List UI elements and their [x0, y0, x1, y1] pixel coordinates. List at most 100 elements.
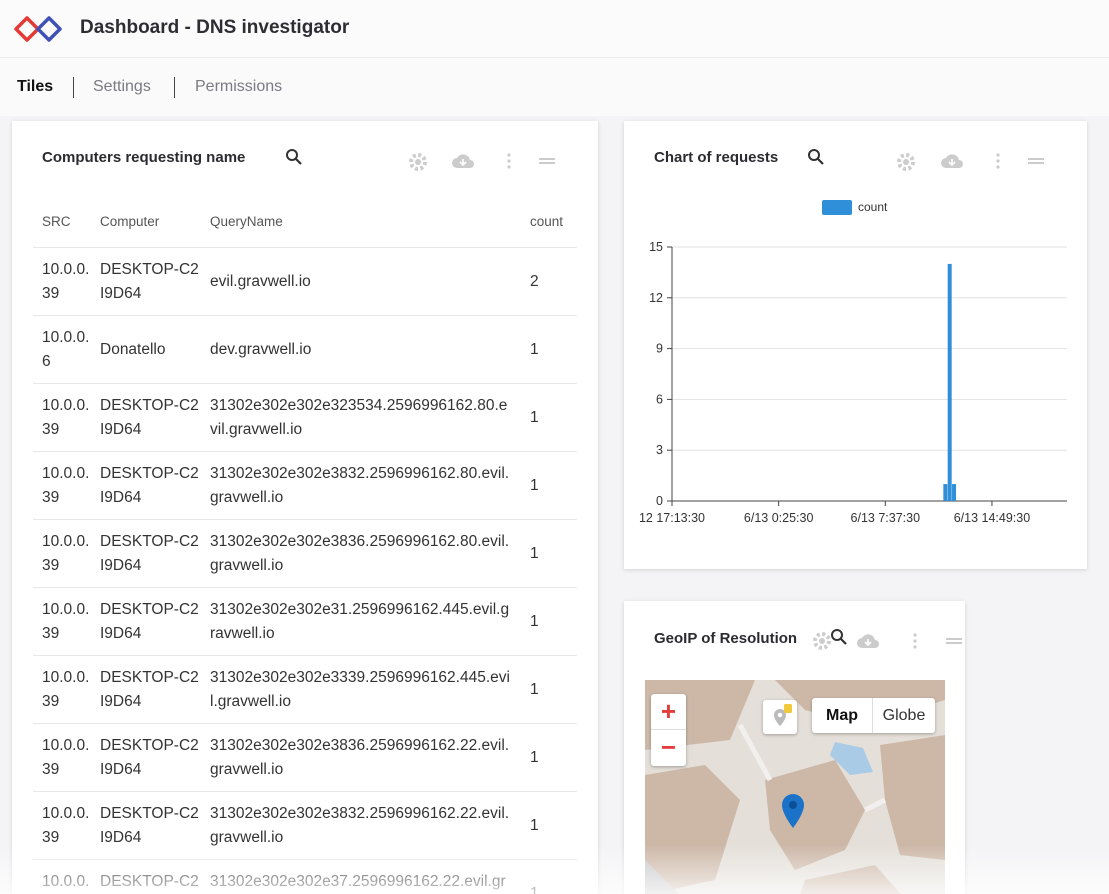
cell-count: 1 [530, 817, 539, 834]
cell-computer: DESKTOP-C2I9D64 [100, 669, 199, 710]
cell-src: 10.0.0.39 [42, 465, 90, 506]
cell-computer: DESKTOP-C2I9D64 [100, 261, 199, 302]
cell-count: 2 [530, 273, 539, 290]
zoom-in-button[interactable]: + [651, 694, 686, 730]
table-row[interactable]: 10.0.0.39 DESKTOP-C2I9D64 31302e302e302e… [33, 451, 577, 519]
cell-queryname: 31302e302e302e3836.2596996162.22.evil.gr… [210, 737, 510, 778]
table-row[interactable]: 10.0.0.39 DESKTOP-C2I9D64 31302e302e302e… [33, 655, 577, 723]
cell-computer: DESKTOP-C2I9D64 [100, 873, 199, 890]
table-row[interactable]: 10.0.0.39 DESKTOP-C2I9D64 31302e302e302e… [33, 383, 577, 451]
zoom-out-button[interactable]: − [651, 730, 686, 766]
cloud-download-icon[interactable] [451, 152, 475, 170]
tab-separator [73, 77, 74, 98]
search-icon[interactable] [830, 628, 848, 646]
minimize-icon[interactable] [539, 158, 555, 164]
cell-queryname: 31302e302e302e37.2596996162.22.evil.grav… [210, 873, 506, 890]
zoom-controls: + − [651, 694, 686, 766]
cell-src: 10.0.0.39 [42, 873, 90, 890]
more-vert-icon[interactable] [912, 632, 918, 650]
cell-computer: DESKTOP-C2I9D64 [100, 397, 199, 438]
cell-computer: DESKTOP-C2I9D64 [100, 737, 199, 778]
table-row[interactable]: 10.0.0.39 DESKTOP-C2I9D64 31302e302e302e… [33, 519, 577, 587]
cell-count: 1 [530, 477, 539, 494]
table-row[interactable]: 10.0.0.39 DESKTOP-C2I9D64 31302e302e302e… [33, 859, 577, 894]
cell-src: 10.0.0.39 [42, 805, 90, 846]
y-tick-label: 3 [656, 443, 663, 457]
y-tick-label: 9 [656, 342, 663, 356]
cloud-download-icon[interactable] [856, 632, 880, 650]
map-type-toggle: Map Globe [812, 698, 935, 733]
y-tick-label: 6 [656, 392, 663, 406]
page-title: Dashboard - DNS investigator [80, 17, 350, 38]
tab-separator [174, 77, 175, 98]
gravwell-logo-icon[interactable] [14, 14, 64, 44]
gear-icon[interactable] [812, 631, 832, 651]
chart-tile: Chart of requests count 0 3 6 9 12 15 12 17:13:… [624, 121, 1087, 569]
more-vert-icon[interactable] [506, 152, 512, 170]
x-tick-label: 6/13 14:49:30 [954, 511, 1031, 525]
cell-computer: DESKTOP-C2I9D64 [100, 805, 199, 846]
cell-src: 10.0.0.39 [42, 397, 90, 438]
cell-count: 1 [530, 749, 539, 766]
column-header-src[interactable]: SRC [42, 214, 71, 229]
table-row[interactable]: 10.0.0.6 Donatello dev.gravwell.io 1 [33, 315, 577, 383]
map-marker-icon[interactable] [781, 793, 805, 829]
cell-queryname: 31302e302e302e3832.2596996162.22.evil.gr… [210, 805, 510, 846]
cell-src: 10.0.0.39 [42, 669, 90, 710]
tile-title: GeoIP of Resolution [654, 630, 798, 647]
app-header: Dashboard - DNS investigator [0, 0, 1109, 58]
tab-settings[interactable]: Settings [93, 78, 151, 96]
computers-table-tile: Computers requesting name SRC Computer Q… [12, 121, 598, 894]
cell-count: 1 [530, 681, 539, 698]
y-tick-label: 12 [649, 291, 663, 305]
cell-queryname: 31302e302e302e31.2596996162.445.evil.gra… [210, 601, 510, 642]
tab-tiles[interactable]: Tiles [17, 78, 53, 96]
tab-bar [0, 58, 1109, 116]
cell-count: 1 [530, 409, 539, 426]
cell-queryname: 31302e302e302e323534.2596996162.80.evil.… [210, 397, 508, 438]
cell-computer: Donatello [100, 341, 166, 358]
legend-label: count [858, 200, 888, 214]
cell-computer: DESKTOP-C2I9D64 [100, 601, 199, 642]
cell-src: 10.0.0.39 [42, 261, 90, 302]
bar [952, 484, 957, 501]
cell-queryname: 31302e302e302e3832.2596996162.80.evil.gr… [210, 465, 510, 506]
globe-view-button[interactable]: Globe [873, 698, 935, 733]
geoip-map[interactable]: + − Map Globe [645, 680, 945, 894]
column-header-count[interactable]: count [530, 214, 563, 229]
y-tick-label: 15 [649, 240, 663, 254]
geoip-tile: GeoIP of Resolution + − Map Globe [624, 601, 965, 894]
bar [947, 263, 952, 501]
legend-swatch [822, 200, 852, 215]
cell-count: 1 [530, 341, 539, 358]
cell-src: 10.0.0.39 [42, 601, 90, 642]
table-row[interactable]: 10.0.0.39 DESKTOP-C2I9D64 evil.gravwell.… [33, 247, 577, 315]
table-row[interactable]: 10.0.0.39 DESKTOP-C2I9D64 31302e302e302e… [33, 587, 577, 655]
column-header-queryname[interactable]: QueryName [210, 214, 283, 229]
bar [943, 484, 948, 501]
location-pin-icon [774, 704, 792, 726]
cell-computer: DESKTOP-C2I9D64 [100, 533, 199, 574]
cell-count: 1 [530, 545, 539, 562]
cell-src: 10.0.0.39 [42, 533, 90, 574]
cell-src: 10.0.0.39 [42, 737, 90, 778]
x-tick-label: 6/13 0:25:30 [744, 511, 814, 525]
x-tick-label: 12 17:13:30 [639, 511, 705, 525]
gear-icon[interactable] [408, 152, 428, 172]
x-tick-label: 6/13 7:37:30 [851, 511, 921, 525]
search-icon[interactable] [285, 148, 303, 166]
table-row[interactable]: 10.0.0.39 DESKTOP-C2I9D64 31302e302e302e… [33, 791, 577, 859]
table-row[interactable]: 10.0.0.39 DESKTOP-C2I9D64 31302e302e302e… [33, 723, 577, 791]
minimize-icon[interactable] [946, 638, 962, 644]
y-tick-label: 0 [656, 494, 663, 508]
cell-queryname: evil.gravwell.io [210, 273, 311, 290]
cell-queryname: dev.gravwell.io [210, 341, 312, 358]
cell-computer: DESKTOP-C2I9D64 [100, 465, 199, 506]
column-header-computer[interactable]: Computer [100, 214, 159, 229]
cell-queryname: 31302e302e302e3339.2596996162.445.evil.g… [210, 669, 510, 710]
map-view-button[interactable]: Map [812, 698, 873, 733]
cell-count: 1 [530, 613, 539, 630]
cell-queryname: 31302e302e302e3836.2596996162.80.evil.gr… [210, 533, 510, 574]
location-button[interactable] [763, 700, 797, 734]
tab-permissions[interactable]: Permissions [195, 78, 282, 96]
